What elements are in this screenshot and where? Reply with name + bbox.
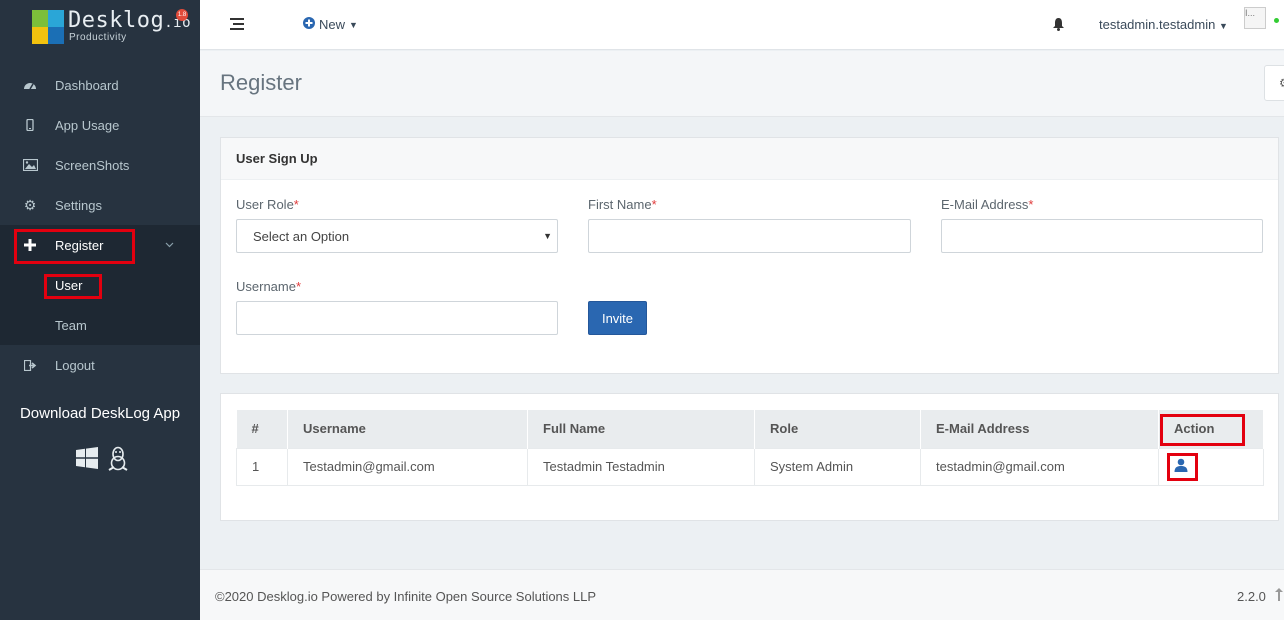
caret-down-icon: ▼: [1218, 21, 1228, 31]
column-header-role: Role: [754, 410, 921, 448]
sidebar-item-app-usage[interactable]: App Usage: [0, 105, 200, 145]
version-badge: 1.8: [176, 9, 188, 21]
row-action: [1158, 447, 1264, 486]
top-bar: New ▼ testadmin.testadmin ▼ I...: [200, 0, 1284, 50]
caret-down-icon: ▼: [349, 19, 358, 30]
table-row: 1 Testadmin@gmail.com Testadmin Testadmi…: [236, 447, 1264, 486]
invite-button[interactable]: Invite: [588, 301, 647, 335]
plus-circle-icon: [303, 17, 315, 32]
sidebar-item-label: Settings: [55, 197, 102, 213]
column-header-username: Username: [287, 410, 528, 448]
user-profile-icon[interactable]: [1174, 458, 1188, 475]
column-header-action: Action: [1158, 410, 1264, 448]
sidebar-item-settings[interactable]: ⚙ Settings: [0, 185, 200, 225]
sidebar-item-label: ScreenShots: [55, 157, 130, 173]
email-label: E-Mail Address*: [941, 197, 1034, 212]
os-download-icons: [75, 446, 129, 475]
logo-mark: [32, 10, 64, 44]
dashboard-icon: [22, 77, 38, 93]
brand-tagline: Productivity: [69, 32, 127, 43]
gear-icon: ⚙: [1279, 76, 1284, 90]
page-header: Register ⚙: [200, 51, 1284, 117]
new-label: New: [319, 17, 346, 32]
row-username: Testadmin@gmail.com: [287, 447, 528, 486]
gear-icon: ⚙: [23, 196, 37, 213]
row-email: testadmin@gmail.com: [920, 447, 1159, 486]
column-header-number: #: [236, 410, 288, 448]
scroll-top-icon[interactable]: [1275, 588, 1283, 604]
footer-version: 2.2.0: [1237, 589, 1266, 604]
column-header-full-name: Full Name: [527, 410, 755, 448]
new-dropdown[interactable]: New ▼: [303, 17, 358, 32]
page-settings-button[interactable]: ⚙: [1264, 65, 1284, 101]
sidebar-item-label: Dashboard: [55, 77, 119, 93]
sidebar-item-label: Register: [55, 237, 104, 253]
sign-out-icon: [22, 357, 38, 373]
sidebar-item-label: App Usage: [55, 117, 120, 133]
sidebar-subitem-team[interactable]: Team: [0, 305, 200, 345]
sidebar-subitem-user[interactable]: User: [0, 265, 200, 305]
users-table: # Username Full Name Role E-Mail Address…: [236, 410, 1264, 486]
first-name-label: First Name*: [588, 197, 657, 212]
mobile-icon: [22, 117, 38, 133]
user-menu[interactable]: testadmin.testadmin ▼: [1099, 17, 1228, 32]
row-full-name: Testadmin Testadmin: [527, 447, 755, 486]
bell-icon[interactable]: [1052, 17, 1065, 34]
avatar[interactable]: I...: [1244, 7, 1266, 29]
sidebar-item-dashboard[interactable]: Dashboard: [0, 65, 200, 105]
download-app-label: Download DeskLog App: [19, 405, 181, 422]
brand-name: Desklog.io: [68, 8, 192, 33]
image-icon: [22, 157, 38, 173]
sidebar-item-logout[interactable]: Logout: [0, 345, 200, 385]
email-field[interactable]: [941, 219, 1263, 253]
column-header-email: E-Mail Address: [920, 410, 1159, 448]
row-number: 1: [236, 447, 288, 486]
page-title: Register: [220, 70, 302, 95]
menu-toggle-icon[interactable]: [230, 18, 244, 30]
row-role: System Admin: [754, 447, 921, 486]
first-name-field[interactable]: [588, 219, 911, 253]
sidebar-item-register[interactable]: Register: [0, 225, 200, 265]
panel-title: User Sign Up: [221, 138, 1278, 180]
register-submenu: User Team: [0, 265, 200, 345]
windows-icon[interactable]: [75, 446, 99, 475]
username-label: testadmin.testadmin: [1099, 17, 1216, 32]
username-label: Username*: [236, 279, 302, 294]
footer-copyright: ©2020 Desklog.io Powered by Infinite Ope…: [215, 589, 597, 604]
linux-icon[interactable]: [107, 446, 129, 475]
brand-logo[interactable]: Desklog.io Productivity 1.8: [0, 0, 200, 50]
caret-down-icon: ▼: [543, 231, 552, 241]
username-field[interactable]: [236, 301, 558, 335]
sidebar-nav: Dashboard App Usage ScreenShots ⚙ Settin…: [0, 65, 200, 385]
user-role-select[interactable]: Select an Option ▼: [236, 219, 558, 253]
sidebar-item-label: Logout: [55, 357, 95, 373]
users-table-panel: # Username Full Name Role E-Mail Address…: [220, 393, 1279, 521]
online-status-dot: [1274, 18, 1279, 23]
footer: ©2020 Desklog.io Powered by Infinite Ope…: [200, 569, 1284, 620]
plus-icon: [22, 237, 38, 253]
sidebar: Desklog.io Productivity 1.8 Dashboard Ap…: [0, 0, 200, 620]
user-role-label: User Role*: [236, 197, 299, 212]
chevron-down-icon: [165, 239, 174, 251]
user-signup-panel: User Sign Up User Role* Select an Option…: [220, 137, 1279, 374]
sidebar-item-screenshots[interactable]: ScreenShots: [0, 145, 200, 185]
table-header-row: # Username Full Name Role E-Mail Address…: [236, 410, 1264, 448]
